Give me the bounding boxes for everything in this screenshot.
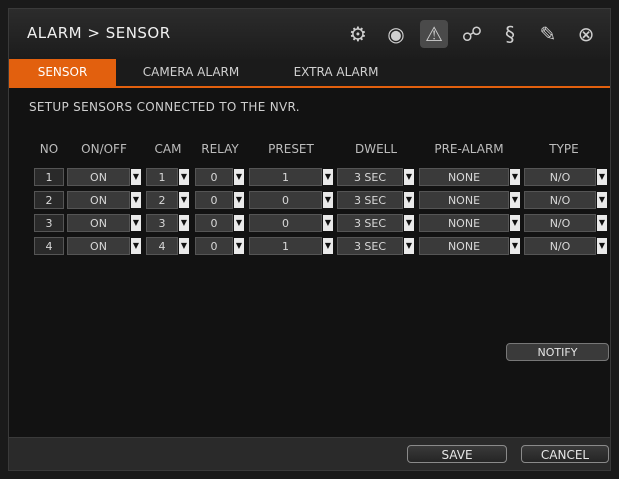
- cell-dwell[interactable]: 3 SEC: [337, 191, 403, 209]
- col-header-relay: RELAY: [201, 142, 239, 156]
- cell-no: 4: [34, 237, 64, 255]
- chevron-down-icon[interactable]: ▼: [510, 192, 520, 208]
- col-header-type: TYPE: [549, 142, 579, 156]
- chevron-down-icon[interactable]: ▼: [234, 192, 244, 208]
- cell-relay[interactable]: 0: [195, 237, 233, 255]
- tab-camera-alarm[interactable]: CAMERA ALARM: [116, 59, 266, 86]
- chevron-down-icon[interactable]: ▼: [131, 238, 141, 254]
- tab-sensor[interactable]: SENSOR: [9, 59, 116, 86]
- chevron-down-icon[interactable]: ▼: [234, 238, 244, 254]
- chevron-down-icon[interactable]: ▼: [179, 169, 189, 185]
- cell-no: 2: [34, 191, 64, 209]
- save-button[interactable]: SAVE: [407, 445, 507, 463]
- cell-dwell[interactable]: 3 SEC: [337, 168, 403, 186]
- chevron-down-icon[interactable]: ▼: [404, 238, 414, 254]
- title-bar: ALARM > SENSOR ⚙ ◉ ⚠ ☍ § ✎ ⊗: [9, 9, 610, 59]
- chevron-down-icon[interactable]: ▼: [131, 169, 141, 185]
- chevron-down-icon[interactable]: ▼: [510, 215, 520, 231]
- chevron-down-icon[interactable]: ▼: [597, 169, 607, 185]
- col-header-pre-alarm: PRE-ALARM: [434, 142, 504, 156]
- chevron-down-icon[interactable]: ▼: [323, 215, 333, 231]
- cell-cam[interactable]: 4: [146, 237, 178, 255]
- cell-relay[interactable]: 0: [195, 168, 233, 186]
- camera-lens-icon[interactable]: ◉: [382, 20, 410, 48]
- network-icon[interactable]: ☍: [458, 20, 486, 48]
- col-header-no: NO: [39, 142, 59, 156]
- col-header-on-off: ON/OFF: [81, 142, 127, 156]
- cell-cam[interactable]: 1: [146, 168, 178, 186]
- toolbar-icons: ⚙ ◉ ⚠ ☍ § ✎ ⊗: [344, 19, 600, 49]
- gear-icon[interactable]: ⚙: [344, 20, 372, 48]
- cell-pre-alarm[interactable]: NONE: [419, 214, 509, 232]
- chevron-down-icon[interactable]: ▼: [323, 192, 333, 208]
- tab-bar: SENSOR CAMERA ALARM EXTRA ALARM: [9, 59, 610, 88]
- chevron-down-icon[interactable]: ▼: [323, 238, 333, 254]
- chevron-down-icon[interactable]: ▼: [131, 215, 141, 231]
- chevron-down-icon[interactable]: ▼: [404, 192, 414, 208]
- page-title: ALARM > SENSOR: [27, 24, 171, 42]
- cell-relay[interactable]: 0: [195, 214, 233, 232]
- cell-relay[interactable]: 0: [195, 191, 233, 209]
- cell-cam[interactable]: 2: [146, 191, 178, 209]
- cell-on-off[interactable]: ON: [67, 237, 130, 255]
- tab-extra-alarm[interactable]: EXTRA ALARM: [266, 59, 406, 86]
- footer: SAVE CANCEL: [9, 437, 610, 470]
- system-icon[interactable]: §: [496, 20, 524, 48]
- close-icon[interactable]: ⊗: [572, 20, 600, 48]
- cell-pre-alarm[interactable]: NONE: [419, 168, 509, 186]
- pen-icon[interactable]: ✎: [534, 20, 562, 48]
- chevron-down-icon[interactable]: ▼: [597, 192, 607, 208]
- subtitle: SETUP SENSORS CONNECTED TO THE NVR.: [29, 100, 300, 114]
- cell-no: 3: [34, 214, 64, 232]
- cell-dwell[interactable]: 3 SEC: [337, 237, 403, 255]
- col-header-dwell: DWELL: [354, 142, 398, 156]
- chevron-down-icon[interactable]: ▼: [179, 238, 189, 254]
- col-header-cam: CAM: [154, 142, 182, 156]
- cell-preset[interactable]: 1: [249, 237, 322, 255]
- cell-type[interactable]: N/O: [524, 237, 596, 255]
- chevron-down-icon[interactable]: ▼: [404, 215, 414, 231]
- cell-dwell[interactable]: 3 SEC: [337, 214, 403, 232]
- cell-preset[interactable]: 1: [249, 168, 322, 186]
- cell-on-off[interactable]: ON: [67, 191, 130, 209]
- sensor-content: SETUP SENSORS CONNECTED TO THE NVR. NO O…: [9, 88, 610, 448]
- record-device-alert-icon[interactable]: ⚠: [420, 20, 448, 48]
- chevron-down-icon[interactable]: ▼: [597, 215, 607, 231]
- chevron-down-icon[interactable]: ▼: [234, 215, 244, 231]
- alarm-sensor-window: ALARM > SENSOR ⚙ ◉ ⚠ ☍ § ✎ ⊗ SENSOR CAME…: [8, 8, 611, 471]
- chevron-down-icon[interactable]: ▼: [234, 169, 244, 185]
- cell-no: 1: [34, 168, 64, 186]
- chevron-down-icon[interactable]: ▼: [179, 215, 189, 231]
- chevron-down-icon[interactable]: ▼: [179, 192, 189, 208]
- chevron-down-icon[interactable]: ▼: [404, 169, 414, 185]
- cell-type[interactable]: N/O: [524, 214, 596, 232]
- chevron-down-icon[interactable]: ▼: [323, 169, 333, 185]
- cell-pre-alarm[interactable]: NONE: [419, 237, 509, 255]
- col-header-preset: PRESET: [268, 142, 314, 156]
- cell-preset[interactable]: 0: [249, 191, 322, 209]
- cell-type[interactable]: N/O: [524, 191, 596, 209]
- cell-cam[interactable]: 3: [146, 214, 178, 232]
- chevron-down-icon[interactable]: ▼: [510, 169, 520, 185]
- notify-button[interactable]: NOTIFY: [506, 343, 609, 361]
- cell-pre-alarm[interactable]: NONE: [419, 191, 509, 209]
- chevron-down-icon[interactable]: ▼: [597, 238, 607, 254]
- cell-preset[interactable]: 0: [249, 214, 322, 232]
- chevron-down-icon[interactable]: ▼: [510, 238, 520, 254]
- cell-on-off[interactable]: ON: [67, 214, 130, 232]
- chevron-down-icon[interactable]: ▼: [131, 192, 141, 208]
- cell-type[interactable]: N/O: [524, 168, 596, 186]
- cancel-button[interactable]: CANCEL: [521, 445, 609, 463]
- cell-on-off[interactable]: ON: [67, 168, 130, 186]
